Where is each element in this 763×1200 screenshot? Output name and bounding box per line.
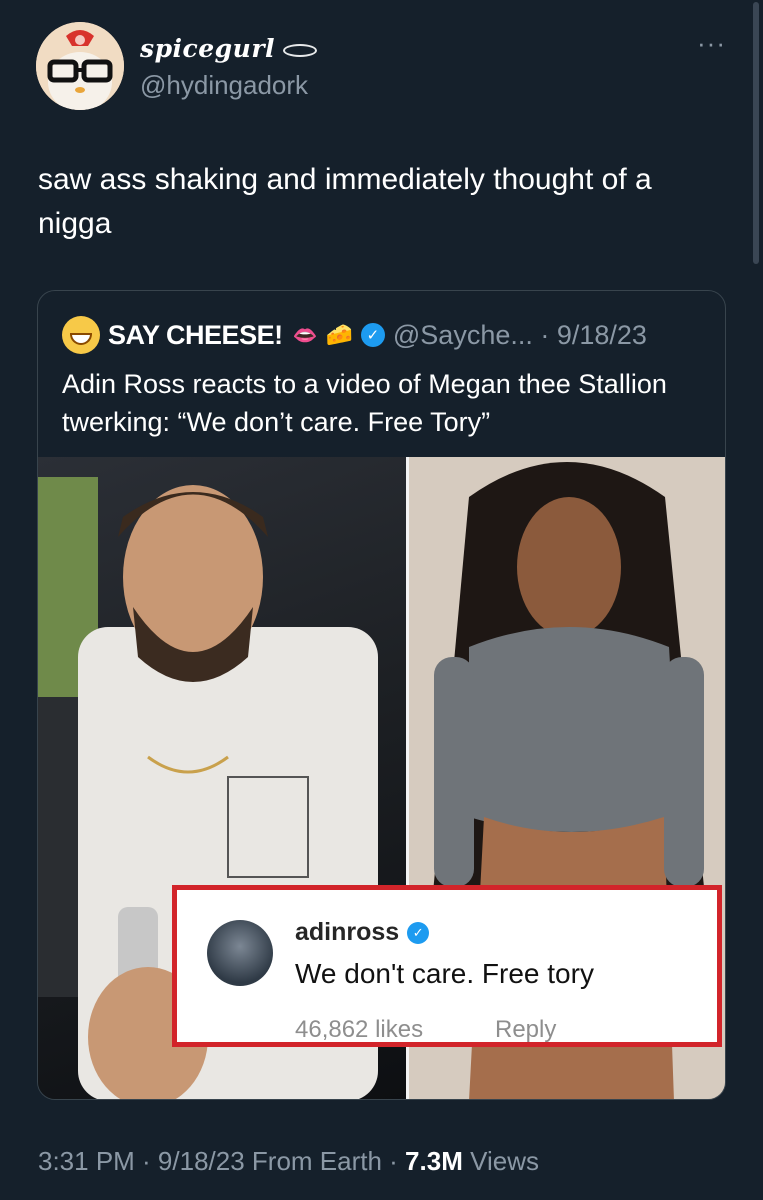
- display-name-text: spicegurl: [140, 34, 276, 63]
- name-decoration-icon: [283, 44, 318, 57]
- timestamp[interactable]: 3:31 PM · 9/18/23 From Earth ·: [38, 1146, 405, 1176]
- comment-reply: Reply: [495, 1016, 557, 1043]
- display-name[interactable]: spicegurl: [140, 34, 318, 63]
- avatar-illustration: [36, 22, 124, 110]
- comment-username: adinross ✓: [295, 918, 430, 947]
- comment-text: We don't care. Free tory: [295, 958, 594, 989]
- cheese-icon: 🧀: [325, 322, 353, 347]
- views-count: 7.3M: [405, 1146, 463, 1176]
- quoted-handle-date[interactable]: @Sayche... · 9/18/23: [393, 320, 647, 351]
- commenter-avatar: [207, 920, 273, 986]
- tweet-meta: 3:31 PM · 9/18/23 From Earth · 7.3M View…: [38, 1146, 539, 1177]
- more-options-icon[interactable]: ···: [697, 28, 726, 59]
- comment-verified-icon: ✓: [407, 921, 430, 944]
- tweet-header: spicegurl @hydingadork ···: [36, 22, 726, 112]
- comment-likes: 46,862 likes: [295, 1016, 424, 1043]
- user-handle[interactable]: @hydingadork: [140, 70, 308, 101]
- scrollbar[interactable]: [753, 2, 759, 264]
- grinning-face-icon: [62, 316, 100, 354]
- quoted-tweet-card[interactable]: SAY CHEESE! 👄 🧀 ✓ @Sayche... · 9/18/23 A…: [37, 290, 726, 1100]
- quoted-tweet-text: Adin Ross reacts to a video of Megan the…: [62, 369, 667, 437]
- quoted-display-name[interactable]: SAY CHEESE!: [108, 320, 283, 351]
- profile-avatar[interactable]: [36, 22, 124, 110]
- quoted-tweet-header: SAY CHEESE! 👄 🧀 ✓ @Sayche... · 9/18/23: [62, 315, 647, 355]
- tweet-text: saw ass shaking and immediately thought …: [38, 163, 652, 240]
- views-label: Views: [462, 1146, 539, 1176]
- instagram-comment-highlight: adinross ✓ We don't care. Free tory 46,8…: [172, 885, 722, 1047]
- quoted-media[interactable]: adinross ✓ We don't care. Free tory 46,8…: [38, 457, 725, 1099]
- lips-icon: 👄: [292, 324, 318, 347]
- comment-username-text: adinross: [295, 918, 400, 946]
- verified-badge-icon: ✓: [360, 323, 385, 347]
